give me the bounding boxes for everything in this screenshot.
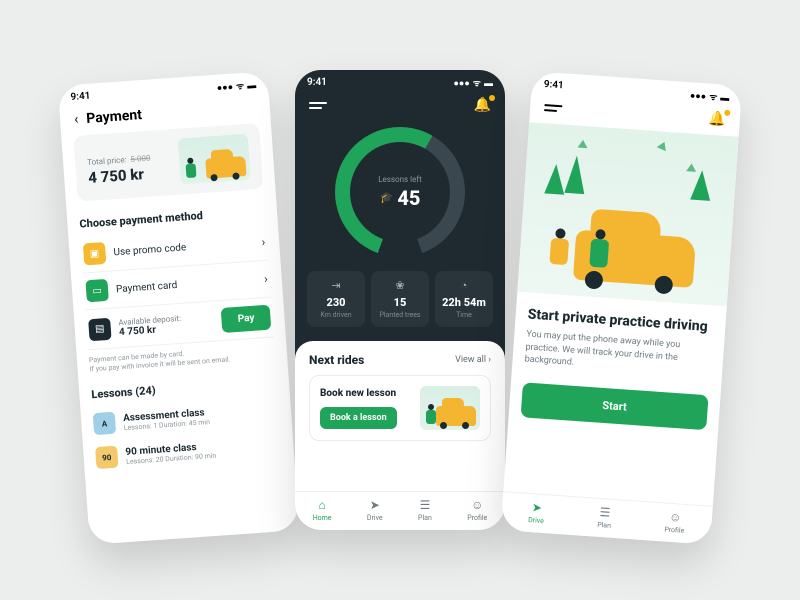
wallet-icon: ▤: [88, 317, 111, 340]
start-button[interactable]: Start: [521, 382, 709, 430]
tab-label: Home: [313, 514, 332, 522]
notifications-icon[interactable]: 🔔: [708, 111, 727, 128]
stat-value: 22h 54m: [441, 296, 487, 309]
stat-value: 15: [377, 296, 423, 309]
profile-icon: ☺: [669, 510, 682, 525]
stat-value: 230: [313, 296, 359, 309]
menu-icon[interactable]: [309, 102, 327, 109]
status-time: 9:41: [70, 91, 91, 103]
book-illustration: [420, 386, 480, 430]
stat-label: Time: [441, 311, 487, 319]
plan-icon: ☰: [599, 505, 611, 520]
stat-time: ◔ 22h 54m Time: [435, 271, 493, 327]
promo-label: Use promo code: [113, 237, 254, 258]
header: 🔔: [295, 93, 505, 121]
tab-profile[interactable]: ☺Profile: [664, 510, 686, 535]
tab-label: Plan: [418, 514, 432, 522]
status-icons: ●●●ᯤ▬: [450, 76, 493, 89]
card-icon: ▭: [85, 279, 108, 302]
drive-hero-illustration: [517, 122, 738, 306]
profile-icon: ☺: [471, 498, 483, 512]
chevron-right-icon: ›: [261, 235, 266, 249]
tab-profile[interactable]: ☺ Profile: [467, 498, 487, 522]
distance-icon: ⇥: [313, 279, 359, 292]
screen-home: 9:41 ●●●ᯤ▬ 🔔 Lessons left 🎓45 ⇥ 230 Km dri…: [295, 70, 505, 530]
status-time: 9:41: [543, 79, 564, 91]
stat-trees: ❀ 15 Planted trees: [371, 271, 429, 327]
chevron-right-icon: ›: [264, 272, 269, 286]
book-lesson-card: Book new lesson Book a lesson: [309, 375, 491, 441]
pay-button[interactable]: Pay: [221, 305, 271, 333]
book-lesson-button[interactable]: Book a lesson: [320, 407, 397, 429]
card-label: Payment card: [116, 274, 257, 295]
total-price-label: Total price:: [87, 155, 127, 167]
tab-plan[interactable]: ☰Plan: [597, 505, 612, 530]
tab-label: Drive: [528, 516, 544, 525]
home-icon: ⌂: [318, 498, 325, 512]
tab-drive[interactable]: ➤Drive: [528, 500, 545, 525]
lesson-badge: 90: [95, 446, 118, 469]
graduation-icon: 🎓: [380, 191, 394, 204]
bottom-sheet: Next rides View all › Book new lesson Bo…: [295, 341, 505, 530]
back-icon[interactable]: ‹: [74, 112, 79, 128]
price-card: Total price:5 000 4 750 kr: [73, 123, 263, 202]
old-price: 5 000: [130, 153, 151, 163]
price-illustration: [178, 134, 251, 185]
promo-icon: ▣: [83, 242, 106, 265]
book-title: Book new lesson: [320, 388, 412, 399]
status-icons: ●●●ᯤ▬: [213, 78, 256, 94]
tab-label: Plan: [597, 521, 611, 530]
lessons-gauge: Lessons left 🎓45: [335, 127, 465, 257]
status-icons: ●●●ᯤ▬: [687, 88, 730, 104]
deposit-label: Available deposit:: [118, 311, 214, 327]
tab-label: Drive: [367, 514, 383, 522]
gauge-caption: Lessons left: [378, 175, 422, 184]
screen-drive: 9:41 ●●●ᯤ▬ 🔔 Start private practice driv…: [501, 71, 743, 545]
gauge-value: 45: [397, 186, 420, 210]
price-amount: 4 750 kr: [88, 164, 152, 186]
notifications-icon[interactable]: 🔔: [474, 97, 491, 113]
plan-icon: ☰: [420, 498, 431, 512]
view-all-link[interactable]: View all ›: [455, 355, 491, 365]
tab-bar: ⌂ Home ➤ Drive ☰ Plan ☺ Profile: [295, 491, 505, 530]
stats-row: ⇥ 230 Km driven ❀ 15 Planted trees ◔ 22h 54m T…: [307, 271, 493, 327]
tree-icon: ❀: [377, 279, 423, 292]
tab-home[interactable]: ⌂ Home: [313, 498, 332, 522]
next-rides-heading: Next rides: [309, 353, 364, 367]
drive-icon: ➤: [370, 498, 380, 512]
drive-body: You may put the phone away while you pra…: [524, 328, 712, 379]
lesson-badge: A: [93, 412, 116, 435]
clock-icon: ◔: [441, 279, 487, 292]
screen-payment: 9:41 ●●●ᯤ▬ ‹ Payment Total price:5 000 4…: [58, 71, 300, 545]
tab-drive[interactable]: ➤ Drive: [367, 498, 383, 522]
stat-km: ⇥ 230 Km driven: [307, 271, 365, 327]
tab-bar: ➤Drive ☰Plan ☺Profile: [501, 491, 713, 545]
menu-icon[interactable]: [544, 104, 562, 112]
tab-label: Profile: [467, 514, 487, 522]
status-bar: 9:41 ●●●ᯤ▬: [295, 70, 505, 93]
tab-plan[interactable]: ☰ Plan: [418, 498, 432, 522]
drive-icon: ➤: [531, 500, 542, 515]
status-time: 9:41: [307, 77, 327, 88]
tab-label: Profile: [664, 526, 685, 535]
deposit-value: 4 750 kr: [119, 324, 157, 338]
stat-label: Km driven: [313, 311, 359, 319]
stat-label: Planted trees: [377, 311, 423, 319]
